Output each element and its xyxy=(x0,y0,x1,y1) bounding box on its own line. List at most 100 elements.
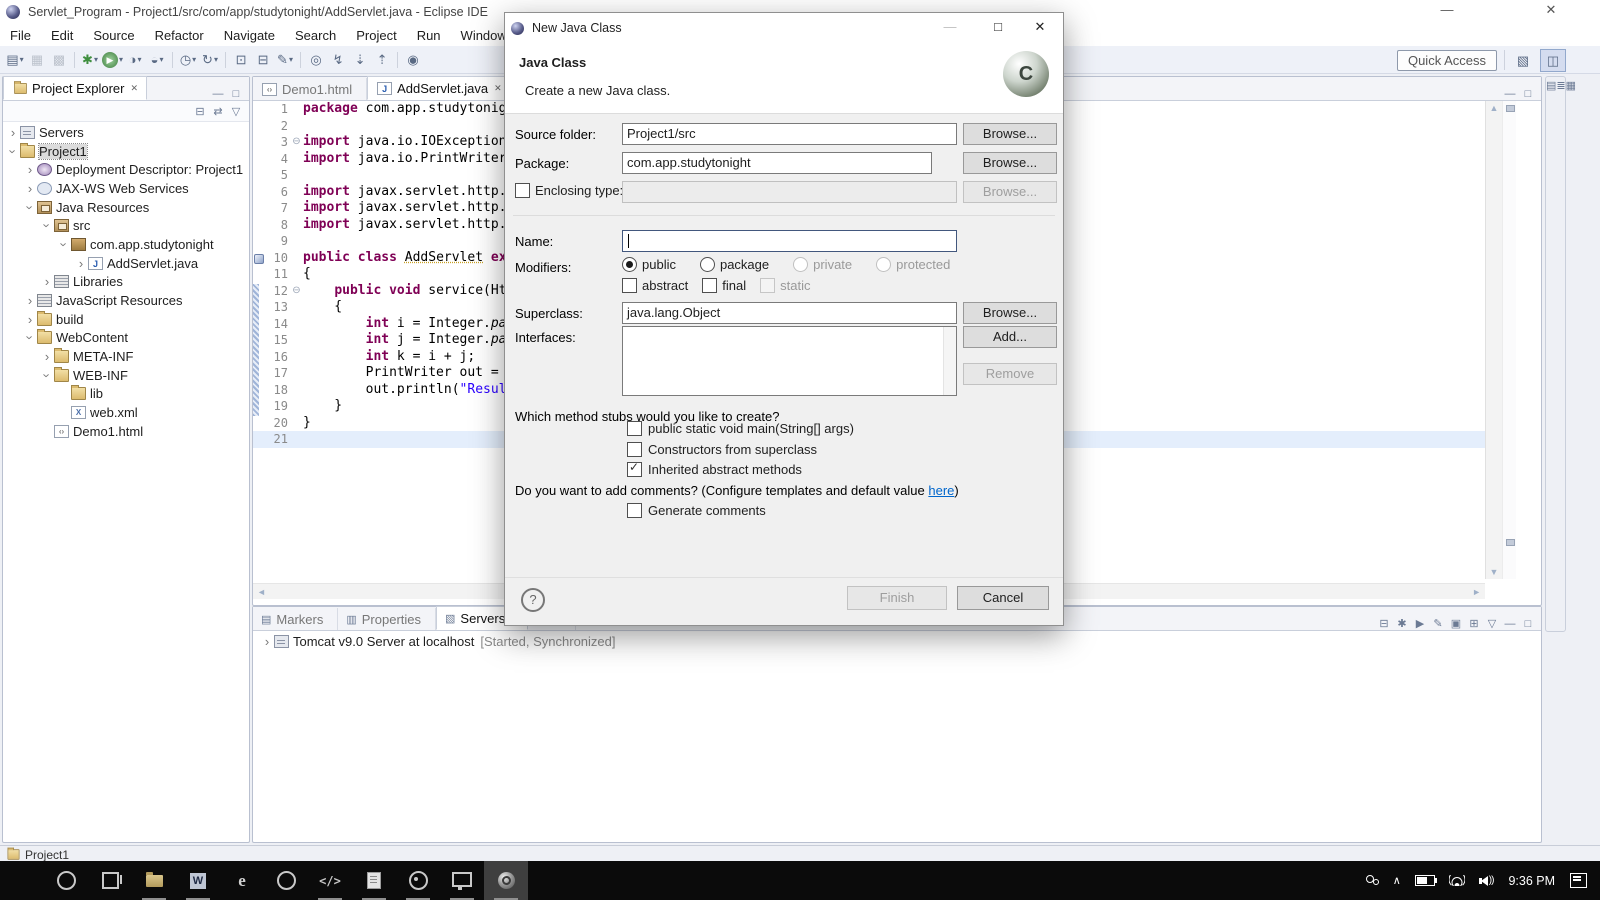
modifier-protected-radio[interactable]: protected xyxy=(876,257,950,272)
tab-project-explorer[interactable]: Project Explorer ✕ xyxy=(3,76,147,100)
tree-expander-icon[interactable] xyxy=(58,237,70,252)
fold-icon[interactable] xyxy=(290,184,303,201)
tree-item-webcontent[interactable]: WebContent xyxy=(3,329,249,348)
fold-icon[interactable] xyxy=(290,134,303,151)
modifier-abstract-checkbox[interactable]: abstract xyxy=(622,278,688,293)
open-type-icon[interactable]: ⊡ xyxy=(230,50,252,70)
cancel-button[interactable]: Cancel xyxy=(957,586,1049,610)
run-icon[interactable]: ▶ xyxy=(101,50,124,70)
configure-templates-link[interactable]: here xyxy=(928,483,954,498)
checkbox-icon[interactable] xyxy=(627,462,642,477)
radio-icon[interactable] xyxy=(622,257,637,272)
superclass-field[interactable]: java.lang.Object xyxy=(622,302,957,324)
stub-constructors-checkbox[interactable]: Constructors from superclass xyxy=(627,442,817,457)
checkbox-icon[interactable] xyxy=(760,278,775,293)
menu-item[interactable]: Navigate xyxy=(214,26,285,45)
maximize-panel-icon[interactable]: □ xyxy=(227,88,245,100)
annotation-mark[interactable] xyxy=(1506,105,1515,112)
stop-server-icon[interactable]: ▣ xyxy=(1447,617,1465,630)
toolbar-separator[interactable] xyxy=(172,52,173,68)
scroll-right-icon[interactable]: ► xyxy=(1472,587,1481,597)
eclipse-button[interactable] xyxy=(484,861,528,900)
fold-icon[interactable] xyxy=(290,167,303,184)
tree-item-addservlet-java[interactable]: AddServlet.java xyxy=(3,254,249,273)
wifi-icon[interactable] xyxy=(1449,875,1465,886)
tree-expander-icon[interactable] xyxy=(7,144,19,159)
profile-server-icon[interactable]: ✎ xyxy=(1429,617,1447,630)
fold-icon[interactable] xyxy=(290,332,303,349)
tree-expander-icon[interactable] xyxy=(24,330,36,345)
tree-item-build[interactable]: build xyxy=(3,310,249,329)
clock[interactable]: 9:36 PM xyxy=(1508,874,1555,888)
modifier-public-radio[interactable]: public xyxy=(622,257,676,272)
checkbox-icon[interactable] xyxy=(702,278,717,293)
link-with-editor-icon[interactable]: ⇄ xyxy=(209,105,227,118)
external-tools-icon[interactable]: ◷ xyxy=(177,50,199,70)
mail-button[interactable] xyxy=(440,861,484,900)
checkbox-icon[interactable] xyxy=(627,503,642,518)
tree-item-libraries[interactable]: Libraries xyxy=(3,273,249,292)
toolbar-separator[interactable] xyxy=(225,52,226,68)
interfaces-add-button[interactable]: Add... xyxy=(963,326,1057,348)
name-field[interactable] xyxy=(622,230,957,252)
menu-item[interactable]: File xyxy=(0,26,41,45)
package-browse-button[interactable]: Browse... xyxy=(963,152,1057,174)
tree-item-web-xml[interactable]: web.xml xyxy=(3,403,249,422)
source-folder-browse-button[interactable]: Browse... xyxy=(963,123,1057,145)
fold-icon[interactable] xyxy=(290,349,303,366)
web-browser-icon[interactable]: ◉ xyxy=(402,50,424,70)
tree-item-java-resources[interactable]: Java Resources xyxy=(3,198,249,217)
stub-inherited-checkbox[interactable]: Inherited abstract methods xyxy=(627,462,802,477)
tree-expander-icon[interactable] xyxy=(24,162,36,177)
firefox-button[interactable] xyxy=(264,861,308,900)
tree-item-package[interactable]: com.app.studytonight xyxy=(3,235,249,254)
minimize-panel-icon[interactable]: — xyxy=(1501,618,1519,630)
checkbox-icon[interactable] xyxy=(627,421,642,436)
interfaces-list[interactable] xyxy=(622,326,957,396)
volume-icon[interactable]: )) xyxy=(1479,875,1494,886)
fold-icon[interactable] xyxy=(290,398,303,415)
javaee-perspective-icon[interactable]: ◫ xyxy=(1540,49,1566,72)
checkbox-icon[interactable] xyxy=(622,278,637,293)
radio-icon[interactable] xyxy=(700,257,715,272)
dialog-minimize-button[interactable]: — xyxy=(933,13,967,41)
fold-icon[interactable] xyxy=(290,316,303,333)
radio-icon[interactable] xyxy=(876,257,891,272)
collapse-all-icon[interactable]: ⊟ xyxy=(1375,617,1393,630)
tree-expander-icon[interactable] xyxy=(24,200,36,215)
tray-expand-icon[interactable]: ∧ xyxy=(1393,874,1401,887)
edge-button[interactable]: e xyxy=(220,861,264,900)
dialog-maximize-button[interactable]: □ xyxy=(981,13,1015,41)
next-annotation-icon[interactable]: ⇣ xyxy=(349,50,371,70)
tree-item-servers[interactable]: Servers xyxy=(3,123,249,142)
tree-expander-icon[interactable] xyxy=(41,218,53,233)
tree-item-jaxws-web-services[interactable]: JAX-WS Web Services xyxy=(3,179,249,198)
dialog-titlebar[interactable]: New Java Class — □ ✕ xyxy=(505,13,1063,43)
toolbar-separator[interactable] xyxy=(300,52,301,68)
editor-vertical-scrollbar[interactable]: ▲ ▼ xyxy=(1485,101,1502,579)
fold-icon[interactable] xyxy=(290,415,303,432)
fold-icon[interactable] xyxy=(290,266,303,283)
fold-icon[interactable] xyxy=(290,101,303,118)
tree-expander-icon[interactable] xyxy=(24,293,36,308)
fast-view-1-icon[interactable]: ▤ xyxy=(1546,80,1556,92)
open-resource-icon[interactable]: ⊟ xyxy=(252,50,274,70)
annotation-mark[interactable] xyxy=(1506,539,1515,546)
tree-expander-icon[interactable] xyxy=(41,349,53,364)
help-button[interactable]: ? xyxy=(521,588,545,612)
menu-item[interactable]: Run xyxy=(407,26,451,45)
open-perspective-icon[interactable]: ▧ xyxy=(1510,49,1536,72)
publish-icon[interactable]: ⊞ xyxy=(1465,617,1483,630)
debug-server-icon[interactable]: ✱ xyxy=(1393,617,1411,630)
stub-main-checkbox[interactable]: public static void main(String[] args) xyxy=(627,421,854,436)
toolbar-separator[interactable] xyxy=(397,52,398,68)
tree-item-web-inf[interactable]: WEB-INF xyxy=(3,366,249,385)
people-icon[interactable] xyxy=(1365,875,1379,887)
tree-item-demo1-html[interactable]: Demo1.html xyxy=(3,422,249,441)
package-field[interactable]: com.app.studytonight xyxy=(622,152,932,174)
quick-access-input[interactable]: Quick Access xyxy=(1397,50,1497,71)
close-tab-icon[interactable]: ✕ xyxy=(130,83,138,94)
tree-item-meta-inf[interactable]: META-INF xyxy=(3,347,249,366)
enclosing-type-checkbox[interactable] xyxy=(515,183,530,198)
fast-view-2-icon[interactable]: ≣ xyxy=(1556,80,1565,92)
